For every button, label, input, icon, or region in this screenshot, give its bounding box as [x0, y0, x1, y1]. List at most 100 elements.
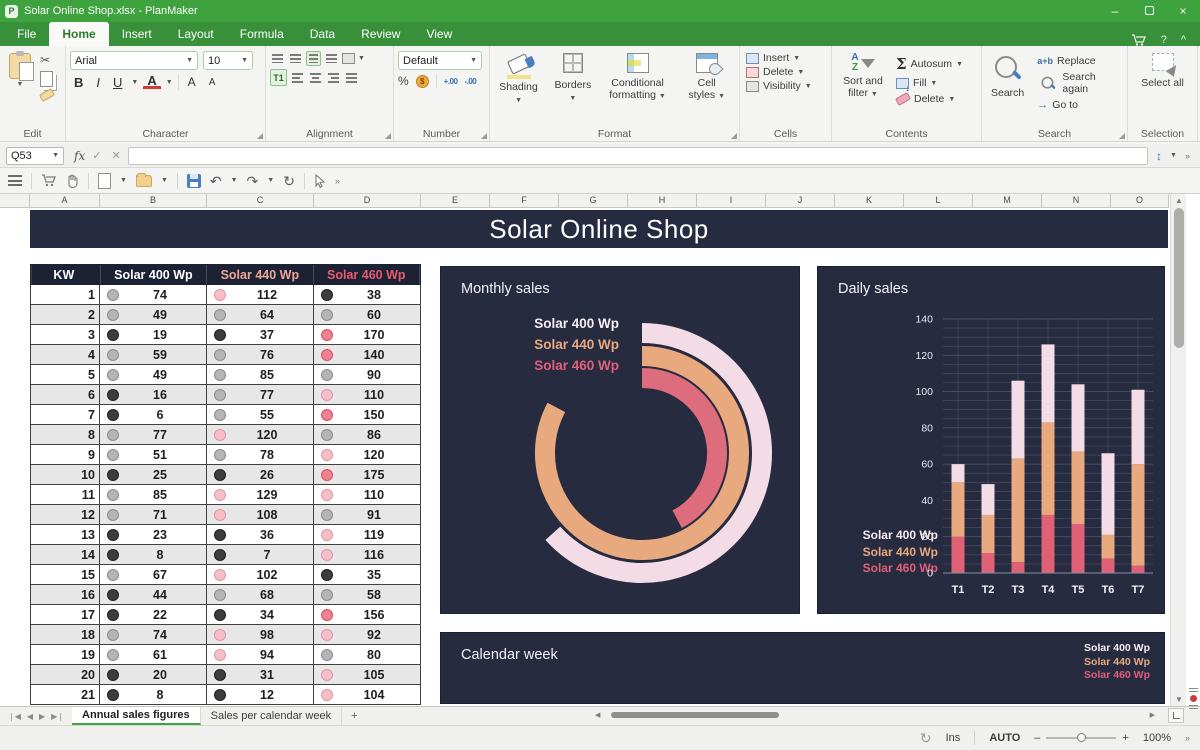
maximize-button[interactable] — [1132, 4, 1166, 18]
justify-vertical-icon[interactable] — [324, 52, 339, 65]
zoom-slider[interactable]: – + — [1034, 732, 1129, 744]
cells-grid[interactable]: Solar Online Shop KWSolar 400 WpSolar 44… — [0, 208, 1170, 706]
alignment-dialog-launcher[interactable] — [385, 133, 391, 139]
autosum-button[interactable]: ΣAutosum▼ — [894, 54, 965, 74]
collapse-ribbon-icon[interactable]: ^ — [1181, 34, 1186, 46]
s440-cell[interactable]: 112 — [207, 285, 314, 304]
s440-cell[interactable]: 37 — [207, 325, 314, 344]
character-dialog-launcher[interactable] — [257, 133, 263, 139]
menu-tab-file[interactable]: File — [4, 22, 49, 46]
kw-cell[interactable]: 8 — [30, 425, 100, 444]
s440-cell[interactable]: 85 — [207, 365, 314, 384]
s400-cell[interactable]: 71 — [100, 505, 207, 524]
s400-cell[interactable]: 6 — [100, 405, 207, 424]
menu-tab-review[interactable]: Review — [348, 22, 413, 46]
insert-function-button[interactable]: fx — [74, 149, 85, 163]
menu-tab-data[interactable]: Data — [297, 22, 348, 46]
calc-mode-indicator[interactable]: AUTO — [989, 732, 1020, 744]
kw-cell[interactable]: 2 — [30, 305, 100, 324]
scroll-right-arrow[interactable]: ▶ — [1147, 711, 1158, 719]
align-center-icon[interactable] — [308, 71, 323, 84]
font-name-select[interactable]: Arial▼ — [70, 51, 198, 70]
open-document-caret[interactable]: ▼ — [161, 177, 168, 184]
s400-cell[interactable]: 25 — [100, 465, 207, 484]
s440-cell[interactable]: 36 — [207, 525, 314, 544]
s400-cell[interactable]: 23 — [100, 525, 207, 544]
redo-button[interactable]: ↷ — [247, 174, 259, 188]
cell-styles-button[interactable]: Cell styles ▼ — [678, 51, 735, 125]
s460-cell[interactable]: 38 — [314, 285, 421, 304]
undo-caret[interactable]: ▼ — [231, 177, 238, 184]
conditional-formatting-button[interactable]: Conditional formatting ▼ — [603, 51, 673, 125]
s440-cell[interactable]: 31 — [207, 665, 314, 684]
table-row[interactable]: 156710235 — [30, 565, 421, 585]
add-decimal-button[interactable]: +.00 — [444, 77, 458, 86]
remove-decimal-button[interactable]: -.00 — [464, 77, 476, 86]
column-header-I[interactable]: I — [697, 194, 766, 208]
merge-cells-icon[interactable] — [342, 53, 355, 64]
s460-cell[interactable]: 110 — [314, 385, 421, 404]
table-row[interactable]: 172234156 — [30, 605, 421, 625]
zoom-out-button[interactable]: – — [1034, 732, 1040, 744]
s460-cell[interactable]: 91 — [314, 505, 421, 524]
s440-cell[interactable]: 78 — [207, 445, 314, 464]
column-header-C[interactable]: C — [207, 194, 314, 208]
s460-cell[interactable]: 175 — [314, 465, 421, 484]
cancel-entry-button[interactable]: ✕ — [108, 149, 123, 162]
new-document-caret[interactable]: ▼ — [120, 177, 127, 184]
kw-cell[interactable]: 6 — [30, 385, 100, 404]
table-row[interactable]: 7655150 — [30, 405, 421, 425]
align-bottom-icon[interactable] — [306, 51, 321, 66]
s400-cell[interactable]: 61 — [100, 645, 207, 664]
kw-cell[interactable]: 9 — [30, 445, 100, 464]
s440-cell[interactable]: 12 — [207, 685, 314, 704]
s460-cell[interactable]: 120 — [314, 445, 421, 464]
kw-cell[interactable]: 13 — [30, 525, 100, 544]
s440-cell[interactable]: 26 — [207, 465, 314, 484]
s440-cell[interactable]: 120 — [207, 425, 314, 444]
font-size-select[interactable]: 10▼ — [203, 51, 253, 70]
pointer-tool-icon[interactable] — [314, 174, 326, 188]
table-row[interactable]: 61677110 — [30, 385, 421, 405]
search-button[interactable]: Search — [986, 51, 1029, 125]
column-header-N[interactable]: N — [1042, 194, 1111, 208]
table-row[interactable]: 17411238 — [30, 285, 421, 305]
cut-icon[interactable]: ✂ — [40, 53, 54, 67]
sort-filter-button[interactable]: AZ Sort and filter ▼ — [836, 51, 890, 125]
kw-cell[interactable]: 20 — [30, 665, 100, 684]
s400-cell[interactable]: 74 — [100, 285, 207, 304]
table-row[interactable]: 102526175 — [30, 465, 421, 485]
italic-button[interactable]: I — [92, 75, 104, 90]
kw-cell[interactable]: 12 — [30, 505, 100, 524]
select-all-corner[interactable] — [0, 194, 30, 208]
copy-icon[interactable] — [40, 71, 53, 87]
s460-cell[interactable]: 150 — [314, 405, 421, 424]
bold-button[interactable]: B — [70, 75, 87, 90]
s400-cell[interactable]: 8 — [100, 545, 207, 564]
s400-cell[interactable]: 44 — [100, 585, 207, 604]
split-handle-icon[interactable] — [1189, 688, 1198, 692]
s460-cell[interactable]: 156 — [314, 605, 421, 624]
column-header-M[interactable]: M — [973, 194, 1042, 208]
s440-cell[interactable]: 98 — [207, 625, 314, 644]
table-row[interactable]: 1185129110 — [30, 485, 421, 505]
new-document-button[interactable] — [98, 173, 111, 189]
kw-cell[interactable]: 15 — [30, 565, 100, 584]
expand-formula-bar-icon[interactable]: ↕ — [1156, 149, 1162, 163]
s460-cell[interactable]: 58 — [314, 585, 421, 604]
font-color-button[interactable]: A — [143, 75, 160, 90]
percent-format-button[interactable]: % — [398, 74, 409, 88]
column-header-E[interactable]: E — [421, 194, 490, 208]
scroll-left-arrow[interactable]: ◀ — [592, 711, 603, 719]
kw-cell[interactable]: 14 — [30, 545, 100, 564]
scroll-down-arrow[interactable]: ▼ — [1171, 695, 1187, 704]
kw-cell[interactable]: 5 — [30, 365, 100, 384]
table-row[interactable]: 1487116 — [30, 545, 421, 565]
s400-cell[interactable]: 85 — [100, 485, 207, 504]
kw-cell[interactable]: 21 — [30, 685, 100, 704]
last-sheet-button[interactable]: ▶❘ — [51, 712, 64, 721]
shop-cart-button[interactable] — [41, 174, 57, 187]
s440-cell[interactable]: 77 — [207, 385, 314, 404]
horizontal-scroll-thumb[interactable] — [611, 712, 779, 718]
minimize-button[interactable]: – — [1098, 4, 1132, 18]
